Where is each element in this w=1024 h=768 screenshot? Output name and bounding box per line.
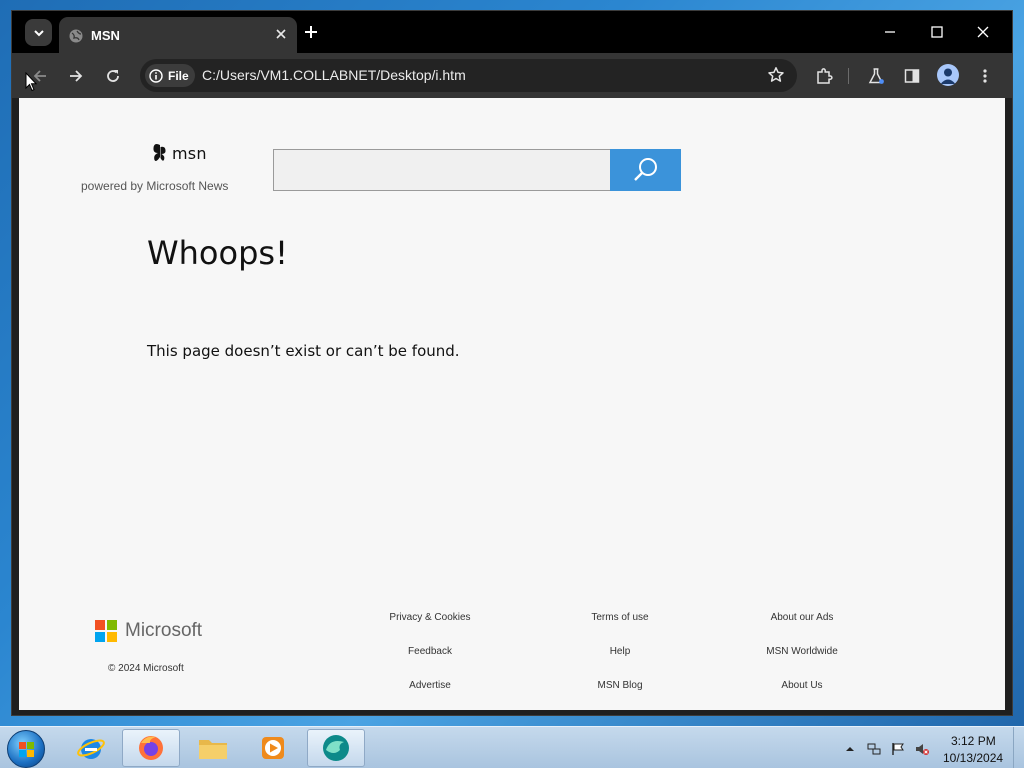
side-panel-icon bbox=[904, 69, 920, 83]
windows-logo-icon bbox=[19, 742, 34, 757]
clock-date[interactable]: 10/13/2024 bbox=[943, 751, 1003, 765]
tab-search-button[interactable] bbox=[25, 19, 52, 46]
close-tab-icon[interactable] bbox=[273, 26, 289, 42]
taskbar-app-file-explorer[interactable] bbox=[184, 729, 242, 767]
volume-muted-icon[interactable] bbox=[915, 742, 929, 756]
flag-icon[interactable] bbox=[891, 742, 905, 756]
reload-button[interactable] bbox=[101, 64, 125, 88]
side-panel-button[interactable] bbox=[900, 64, 924, 88]
close-icon bbox=[977, 26, 989, 38]
tab-title: MSN bbox=[91, 28, 120, 43]
network-icon[interactable] bbox=[867, 742, 881, 756]
maximize-button[interactable] bbox=[917, 19, 957, 45]
copyright-text: © 2024 Microsoft bbox=[108, 663, 184, 674]
info-icon bbox=[149, 68, 163, 83]
footer-link-msn-worldwide[interactable]: MSN Worldwide bbox=[732, 646, 872, 657]
search-input[interactable] bbox=[273, 149, 611, 191]
taskbar-app-internet-explorer[interactable] bbox=[62, 729, 120, 767]
address-bar[interactable]: File C:/Users/VM1.COLLABNET/Desktop/i.ht… bbox=[140, 59, 797, 92]
microsoft-logo-icon bbox=[95, 620, 117, 642]
tab-msn[interactable]: MSN bbox=[59, 17, 297, 53]
globe-icon bbox=[69, 29, 83, 43]
maximize-icon bbox=[931, 26, 943, 38]
footer-link-advertise[interactable]: Advertise bbox=[360, 680, 500, 691]
site-chip-label: File bbox=[168, 68, 189, 83]
footer-link-about-our-ads[interactable]: About our Ads bbox=[732, 612, 872, 623]
reload-icon bbox=[107, 70, 119, 82]
footer-link-privacy-cookies[interactable]: Privacy & Cookies bbox=[360, 612, 500, 623]
msn-logo[interactable]: msn bbox=[152, 142, 207, 164]
powered-by-text: powered by Microsoft News bbox=[81, 179, 229, 193]
mouse-cursor-icon bbox=[25, 72, 37, 92]
tab-strip: MSN bbox=[12, 11, 1012, 53]
bookmark-star-icon[interactable] bbox=[767, 66, 785, 84]
taskbar-app-media-player[interactable] bbox=[244, 729, 302, 767]
new-tab-button[interactable] bbox=[302, 23, 320, 41]
footer-link-about-us[interactable]: About Us bbox=[732, 680, 872, 691]
chevron-down-icon bbox=[33, 29, 44, 36]
browser-window: MSN File C:/Users/VM1.COLLABNET/Desktop/… bbox=[11, 10, 1013, 716]
microsoft-wordmark: Microsoft bbox=[125, 620, 203, 641]
show-hidden-icons-icon[interactable] bbox=[845, 744, 855, 754]
browser-toolbar: File C:/Users/VM1.COLLABNET/Desktop/i.ht… bbox=[12, 53, 1012, 98]
browser-app-icon bbox=[323, 735, 349, 761]
clock-time[interactable]: 3:12 PM bbox=[951, 734, 996, 748]
folder-icon bbox=[199, 740, 227, 759]
error-message: This page doesn’t exist or can’t be foun… bbox=[147, 342, 460, 360]
page-viewport: msn powered by Microsoft News Whoops! Th… bbox=[19, 98, 1005, 710]
browser-menu-button[interactable] bbox=[973, 64, 997, 88]
footer-link-msn-blog[interactable]: MSN Blog bbox=[550, 680, 690, 691]
taskbar-app-browser[interactable] bbox=[307, 729, 365, 767]
firefox-icon bbox=[139, 736, 163, 760]
profile-avatar[interactable] bbox=[937, 64, 959, 86]
extensions-button[interactable] bbox=[812, 64, 836, 88]
search-icon bbox=[633, 158, 657, 181]
flask-icon bbox=[868, 68, 884, 84]
more-vertical-icon bbox=[983, 69, 987, 83]
footer-link-help[interactable]: Help bbox=[550, 646, 690, 657]
internet-explorer-icon bbox=[77, 739, 105, 759]
labs-button[interactable] bbox=[864, 64, 888, 88]
butterfly-icon bbox=[153, 144, 166, 161]
person-icon bbox=[940, 68, 956, 84]
close-window-button[interactable] bbox=[963, 19, 1003, 45]
msn-wordmark: msn bbox=[172, 143, 207, 163]
forward-button[interactable] bbox=[64, 64, 88, 88]
footer-link-feedback[interactable]: Feedback bbox=[360, 646, 500, 657]
toolbar-separator bbox=[848, 68, 849, 84]
minimize-icon bbox=[885, 31, 895, 33]
site-info-chip[interactable]: File bbox=[145, 64, 195, 87]
arrow-right-icon bbox=[70, 70, 83, 82]
footer-link-terms-of-use[interactable]: Terms of use bbox=[550, 612, 690, 623]
taskbar: 3:12 PM 10/13/2024 bbox=[0, 726, 1024, 768]
microsoft-logo[interactable]: Microsoft bbox=[95, 620, 202, 642]
taskbar-app-firefox[interactable] bbox=[122, 729, 180, 767]
minimize-button[interactable] bbox=[870, 19, 910, 45]
plus-icon bbox=[305, 26, 317, 38]
media-player-icon bbox=[262, 737, 284, 759]
show-desktop-button[interactable] bbox=[1013, 727, 1024, 768]
error-headline: Whoops! bbox=[147, 234, 288, 272]
search-button[interactable] bbox=[610, 149, 681, 191]
start-button[interactable] bbox=[7, 730, 45, 768]
url-text[interactable]: C:/Users/VM1.COLLABNET/Desktop/i.htm bbox=[202, 67, 466, 83]
puzzle-icon bbox=[817, 68, 833, 84]
